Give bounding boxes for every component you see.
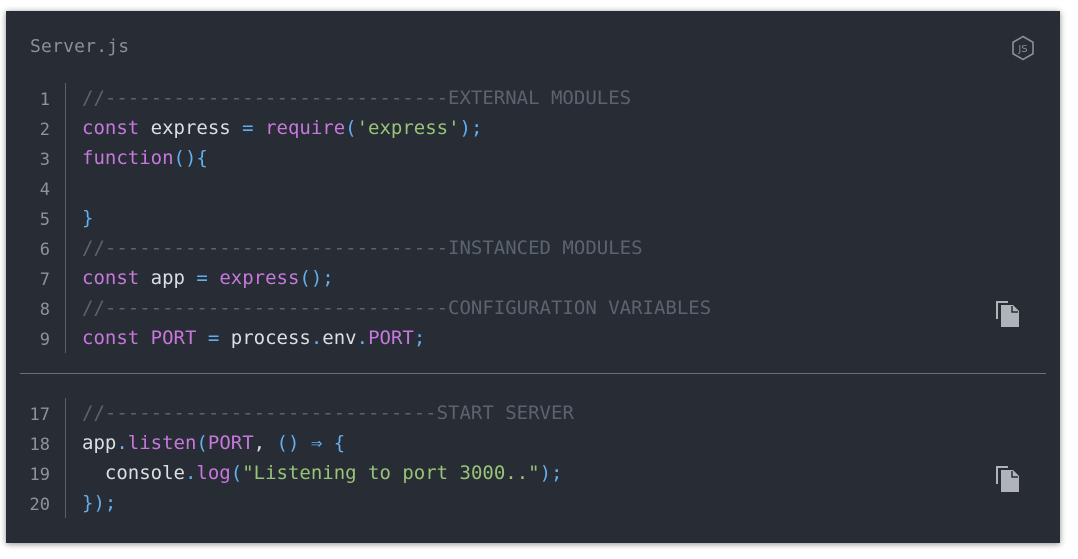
code-line: 20}); bbox=[6, 488, 1060, 518]
code-text: }); bbox=[82, 488, 116, 518]
code-token: ; bbox=[413, 327, 426, 349]
code-token: . bbox=[116, 432, 128, 454]
code-token: . bbox=[310, 327, 323, 349]
code-token: START SERVER bbox=[436, 402, 574, 424]
code-token: = bbox=[242, 117, 254, 139]
code-text: //------------------------------EXTERNAL… bbox=[82, 83, 631, 113]
code-token: const bbox=[82, 267, 140, 289]
file-name: Server.js bbox=[30, 36, 130, 57]
line-number: 7 bbox=[39, 270, 50, 290]
line-number: 3 bbox=[39, 150, 50, 170]
code-line: 4 bbox=[6, 173, 1060, 203]
code-token: 'express' bbox=[356, 117, 460, 139]
code-token: ( bbox=[345, 117, 357, 139]
code-token: CONFIGURATION VARIABLES bbox=[448, 297, 712, 319]
code-token: const bbox=[82, 117, 140, 139]
code-token: PORT bbox=[150, 327, 197, 349]
code-token: //------------------------------ bbox=[82, 237, 449, 259]
code-text: app.listen(PORT, () ⇒ { bbox=[82, 428, 345, 458]
code-token: console bbox=[82, 462, 185, 484]
code-token: ); bbox=[459, 117, 483, 139]
line-number: 2 bbox=[39, 120, 50, 140]
code-token: , bbox=[253, 432, 277, 454]
code-line: 18 app.listen(PORT, () ⇒ { bbox=[6, 428, 1060, 458]
code-token: env bbox=[322, 327, 357, 349]
code-text: const PORT = process.env.PORT; bbox=[82, 323, 425, 353]
code-token: express bbox=[139, 117, 243, 139]
code-block-top: 1//------------------------------EXTERNA… bbox=[6, 83, 1060, 353]
line-number: 4 bbox=[39, 180, 50, 200]
code-line: 5} bbox=[6, 203, 1060, 233]
line-number: 17 bbox=[29, 405, 50, 425]
code-token: PORT bbox=[368, 327, 414, 349]
code-header: Server.js JS bbox=[6, 11, 1060, 83]
svg-text:JS: JS bbox=[1017, 44, 1027, 55]
code-token: require bbox=[265, 117, 346, 139]
code-line: 7 const app = express(); bbox=[6, 263, 1060, 293]
line-number: 5 bbox=[39, 210, 50, 230]
code-token: ( bbox=[230, 462, 243, 484]
line-number: 18 bbox=[29, 435, 50, 455]
line-number: 8 bbox=[39, 300, 50, 320]
code-token: //----------------------------- bbox=[82, 402, 437, 424]
code-line: 1 //------------------------------EXTERNA… bbox=[6, 83, 1060, 113]
code-text: //------------------------------INSTANCE… bbox=[82, 233, 643, 263]
copy-icon[interactable] bbox=[993, 462, 1023, 494]
copy-icon[interactable] bbox=[993, 297, 1023, 329]
code-token: app bbox=[139, 267, 197, 289]
code-token: } bbox=[82, 207, 94, 229]
line-number: 1 bbox=[39, 90, 50, 110]
code-line: 9 const PORT = process.env.PORT; bbox=[6, 323, 1060, 353]
code-token: EXTERNAL MODULES bbox=[448, 87, 632, 109]
code-token: (); bbox=[299, 267, 334, 289]
line-number: 19 bbox=[29, 465, 50, 485]
code-token: INSTANCED MODULES bbox=[448, 237, 643, 259]
code-token: express bbox=[219, 267, 300, 289]
section-divider bbox=[20, 373, 1046, 374]
code-token: PORT bbox=[207, 432, 254, 454]
code-token: //------------------------------ bbox=[82, 87, 449, 109]
code-text: const app = express(); bbox=[82, 263, 334, 293]
code-line: 6 //------------------------------INSTANC… bbox=[6, 233, 1060, 263]
code-panel: Server.js JS 1 //------------------------… bbox=[6, 11, 1060, 543]
code-token: function bbox=[82, 147, 174, 169]
code-token: //------------------------------ bbox=[82, 297, 449, 319]
code-token: . bbox=[184, 462, 197, 484]
code-token: = bbox=[207, 327, 220, 349]
code-text: console.log("Listening to port 3000.."); bbox=[82, 458, 563, 488]
code-line: 2 const express = require('express'); bbox=[6, 113, 1060, 143]
code-token: log bbox=[196, 462, 231, 484]
code-token: ); bbox=[539, 462, 563, 484]
code-text: const express = require('express'); bbox=[82, 113, 482, 143]
code-line: 17 //-----------------------------START S… bbox=[6, 398, 1060, 428]
code-token: "Listening to port 3000.." bbox=[242, 462, 540, 484]
code-text: //-----------------------------START SER… bbox=[82, 398, 574, 428]
code-token: }); bbox=[82, 492, 117, 514]
code-token: process bbox=[219, 327, 311, 349]
code-token: . bbox=[356, 327, 369, 349]
code-token: listen bbox=[127, 432, 197, 454]
code-token: app bbox=[82, 432, 117, 454]
line-number: 6 bbox=[39, 240, 50, 260]
code-token: (){ bbox=[173, 147, 208, 169]
code-block-bottom: 17 //-----------------------------START S… bbox=[6, 398, 1060, 518]
code-text: function(){ bbox=[82, 143, 208, 173]
code-token: ( bbox=[196, 432, 208, 454]
code-line: 3 function(){ bbox=[6, 143, 1060, 173]
line-number: 20 bbox=[29, 495, 50, 515]
code-text: } bbox=[82, 203, 93, 233]
code-line: 8 //------------------------------CONFIGU… bbox=[6, 293, 1060, 323]
code-text: //------------------------------CONFIGUR… bbox=[82, 293, 711, 323]
code-token: () ⇒ { bbox=[276, 432, 346, 454]
js-icon: JS bbox=[1012, 35, 1034, 61]
line-number: 9 bbox=[39, 330, 50, 350]
code-line: 19 console.log("Listening to port 3000..… bbox=[6, 458, 1060, 488]
code-token: const bbox=[82, 327, 140, 349]
code-token: = bbox=[196, 267, 208, 289]
